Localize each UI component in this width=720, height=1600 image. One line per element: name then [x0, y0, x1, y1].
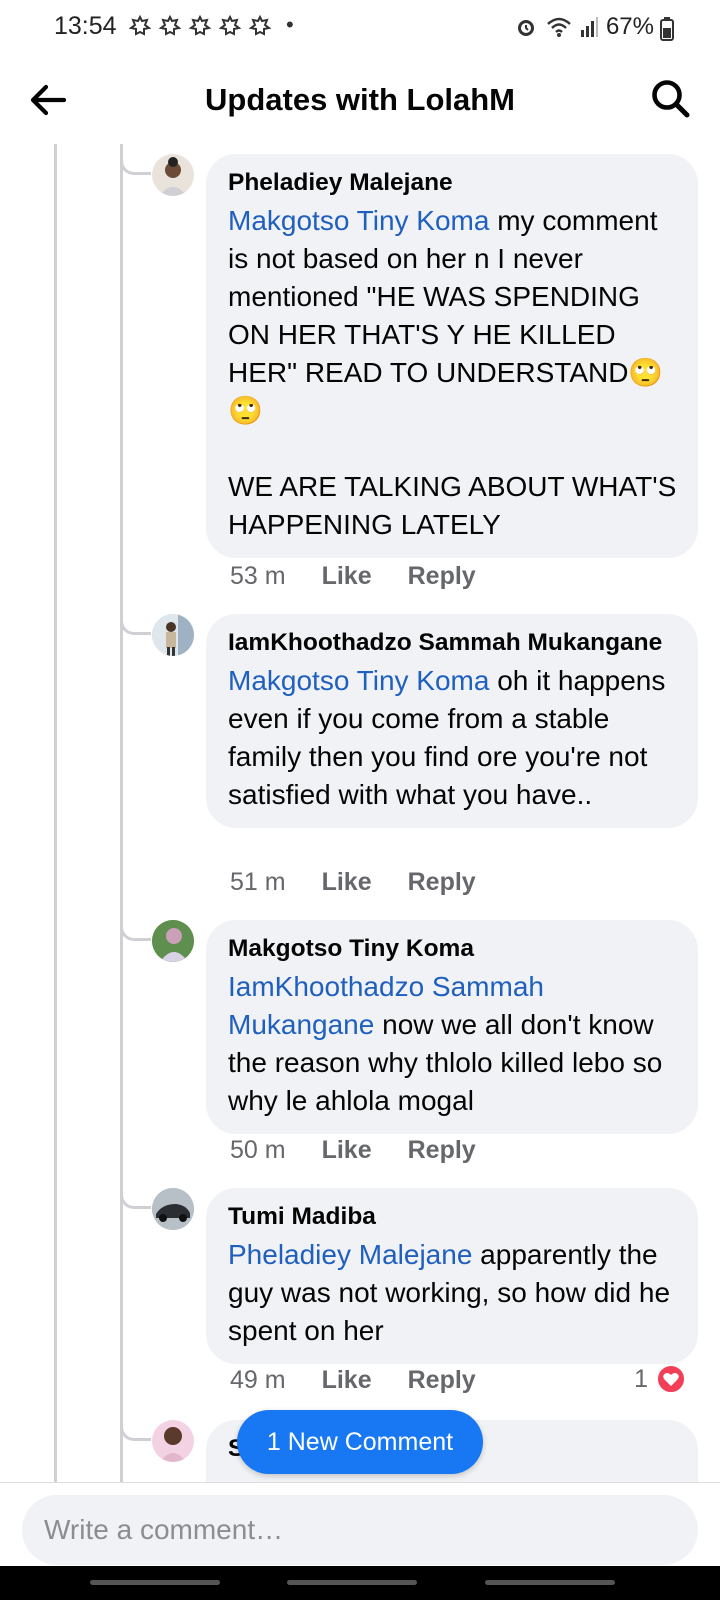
thread-connector: [120, 618, 151, 635]
page-title: Updates with LolahM: [205, 82, 515, 117]
thread-connector: [120, 924, 151, 941]
mention-link[interactable]: Makgotso Tiny Koma: [228, 205, 489, 236]
status-right: 67%: [514, 13, 654, 41]
comment-author[interactable]: Pheladiey Malejane: [228, 168, 678, 198]
search-button[interactable]: [648, 76, 694, 122]
thread-connector: [120, 1192, 151, 1209]
status-dot: •: [286, 12, 294, 37]
comment-author[interactable]: Makgotso Tiny Koma: [228, 934, 678, 964]
thread-line: [120, 144, 123, 1482]
wifi-icon: [547, 17, 571, 37]
like-button[interactable]: Like: [322, 868, 372, 897]
avatar[interactable]: [152, 920, 194, 962]
avatar[interactable]: [152, 614, 194, 656]
comment-input[interactable]: [22, 1495, 698, 1565]
status-bar: 13:54 • 67%: [0, 0, 720, 56]
notification-icon: [248, 15, 272, 36]
battery-icon: [660, 17, 674, 41]
comment-time: 49 m: [230, 1366, 286, 1394]
mention-link[interactable]: Makgotso Tiny Koma: [228, 665, 489, 696]
search-icon: [652, 80, 690, 118]
comment-time: 51 m: [230, 868, 286, 896]
comment-author[interactable]: IamKhoothadzo Sammah Mukangane: [228, 628, 678, 658]
comment-actions: 51 m Like Reply: [230, 868, 476, 897]
reaction-count: 1: [634, 1364, 648, 1393]
avatar[interactable]: [152, 1188, 194, 1230]
reply-button[interactable]: Reply: [408, 1136, 476, 1165]
avatar[interactable]: [152, 1420, 194, 1462]
comment-composer: [0, 1482, 720, 1565]
like-button[interactable]: Like: [322, 562, 372, 591]
comment-bubble[interactable]: Pheladiey Malejane Makgotso Tiny Koma my…: [206, 154, 698, 558]
comment-actions: 50 m Like Reply: [230, 1136, 476, 1165]
reply-button[interactable]: Reply: [408, 868, 476, 897]
comment-bubble[interactable]: IamKhoothadzo Sammah Mukangane Makgotso …: [206, 614, 698, 828]
thread-connector: [120, 1424, 151, 1441]
thread-line: [54, 144, 57, 1482]
notification-icon: [188, 15, 212, 36]
nav-home-button[interactable]: [287, 1580, 417, 1585]
mention-link[interactable]: Pheladiey Malejane: [228, 1239, 472, 1270]
header: Updates with LolahM: [0, 56, 720, 144]
like-button[interactable]: Like: [322, 1136, 372, 1165]
comment-actions: 53 m Like Reply: [230, 562, 476, 591]
nav-back-button[interactable]: [485, 1580, 615, 1585]
new-comment-button[interactable]: 1 New Comment: [237, 1410, 483, 1474]
reply-button[interactable]: Reply: [408, 562, 476, 591]
notification-icon: [128, 15, 152, 36]
heart-reaction-icon: [656, 1364, 686, 1394]
comment-bubble[interactable]: Tumi Madiba Pheladiey Malejane apparentl…: [206, 1188, 698, 1364]
signal-icon: [580, 17, 598, 37]
alarm-icon: [517, 20, 534, 36]
system-nav-bar: [0, 1566, 720, 1600]
comment-time: 50 m: [230, 1136, 286, 1164]
comment-bubble[interactable]: Makgotso Tiny Koma IamKhoothadzo Sammah …: [206, 920, 698, 1134]
avatar[interactable]: [152, 154, 194, 196]
comment-text: IamKhoothadzo Sammah Mukangane now we al…: [228, 968, 678, 1120]
like-button[interactable]: Like: [322, 1366, 372, 1395]
comment-text: Makgotso Tiny Koma my comment is not bas…: [228, 202, 678, 544]
comment-body: my comment is not based on her n I never…: [228, 205, 677, 540]
thread-connector: [120, 158, 151, 175]
comment-text: Makgotso Tiny Koma oh it happens even if…: [228, 662, 678, 814]
comment-actions: 49 m Like Reply: [230, 1366, 476, 1395]
comment-author[interactable]: Tumi Madiba: [228, 1202, 678, 1232]
comment-text: Pheladiey Malejane apparently the guy wa…: [228, 1236, 678, 1350]
battery-percentage: 67%: [605, 13, 654, 40]
notification-icon: [158, 15, 182, 36]
reply-button[interactable]: Reply: [408, 1366, 476, 1395]
notification-icons: [128, 15, 272, 39]
notification-icon: [218, 15, 242, 36]
status-time: 13:54: [54, 12, 117, 40]
reaction-summary[interactable]: 1: [634, 1364, 686, 1394]
nav-recents-button[interactable]: [90, 1580, 220, 1585]
comment-time: 53 m: [230, 562, 286, 590]
